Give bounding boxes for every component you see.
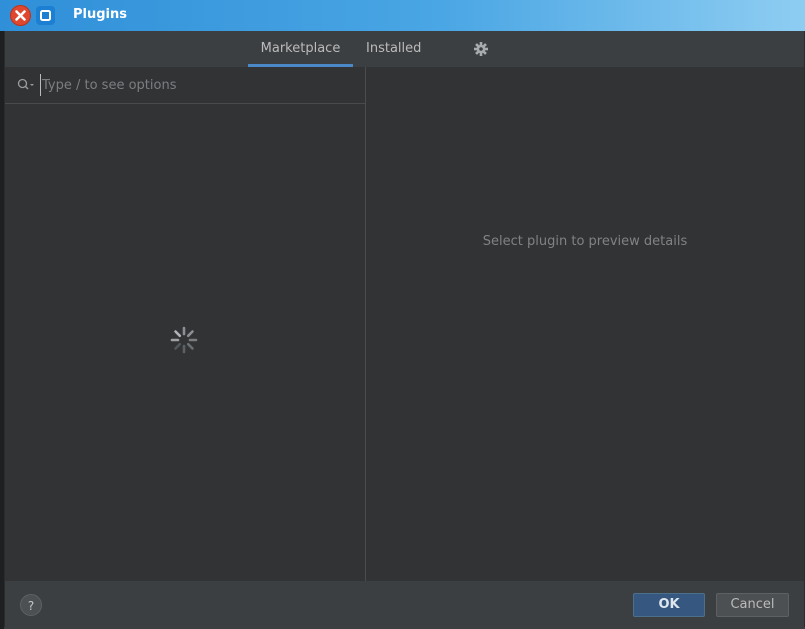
empty-details-message: Select plugin to preview details: [482, 234, 688, 249]
plugins-dialog: Marketplace Installed Type / to see opti…: [4, 31, 805, 627]
close-button[interactable]: [10, 5, 31, 26]
tab-marketplace[interactable]: Marketplace: [248, 31, 353, 67]
plugin-list-panel: [5, 67, 366, 581]
maximize-icon: [40, 10, 51, 21]
close-icon: [15, 10, 26, 21]
gear-icon[interactable]: [472, 40, 490, 58]
search-bar: [5, 67, 365, 104]
ok-button[interactable]: OK: [633, 593, 705, 617]
help-button[interactable]: ?: [20, 594, 42, 616]
loading-spinner-icon: [170, 326, 198, 354]
dialog-footer: ? OK Cancel: [5, 581, 804, 627]
plugin-details-panel: Select plugin to preview details: [366, 67, 804, 581]
tab-installed[interactable]: Installed: [366, 31, 421, 67]
title-bar[interactable]: Plugins: [0, 0, 805, 31]
search-icon[interactable]: [17, 78, 35, 92]
search-input[interactable]: [40, 74, 352, 96]
maximize-button[interactable]: [36, 6, 55, 25]
window-title: Plugins: [73, 7, 127, 22]
cancel-button[interactable]: Cancel: [716, 593, 789, 617]
tab-bar: Marketplace Installed: [5, 31, 804, 68]
